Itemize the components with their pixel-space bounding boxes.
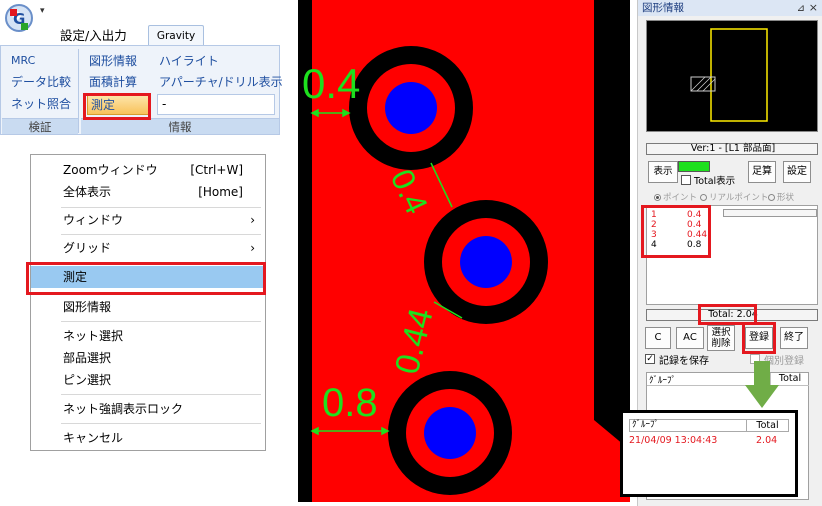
highlight-button[interactable]: ハイライト xyxy=(159,51,219,72)
save-record-checkbox[interactable]: ✓ xyxy=(645,354,655,364)
ribbon-panel: MRC データ比較 ネット照合 図形情報 面積計算 測定 ハイライト アパーチャ… xyxy=(0,45,283,135)
menu-item-label: ネット選択 xyxy=(63,329,124,343)
popup-total-header: Total xyxy=(747,419,789,432)
ribbon-tab-row: 設定/入出力 Gravity xyxy=(0,25,280,46)
zoom-popup: ｸﾞﾙｰﾌﾟ Total 21/04/09 13:04:43 2.04 xyxy=(620,410,798,497)
popup-row-total: 2.04 xyxy=(756,435,778,446)
pin-icon[interactable]: ⊿ xyxy=(797,1,805,17)
menu-item-shape-info[interactable]: 図形情報 xyxy=(31,296,265,318)
menu-item-grid[interactable]: グリッド › xyxy=(31,237,265,259)
total-display-label: Total表示 xyxy=(694,176,736,187)
radio-dot-icon xyxy=(700,194,707,201)
menu-item-label: 図形情報 xyxy=(63,300,112,314)
color-swatch[interactable] xyxy=(678,161,710,172)
measure-button-highlight-box xyxy=(83,93,151,120)
selection-delete-button[interactable]: 選択削除 xyxy=(707,325,735,351)
radio-label: 形状 xyxy=(777,193,795,203)
net-compare-button[interactable]: ネット照合 xyxy=(11,94,71,115)
menu-separator xyxy=(61,234,261,235)
menu-item-pin-select[interactable]: ピン選択 xyxy=(31,369,265,391)
menu-item-shortcut: [Home] xyxy=(198,185,243,199)
menu-item-label: Zoomウィンドウ xyxy=(63,163,158,177)
radio-label: ポイント xyxy=(663,193,698,203)
group-label-verify: 検証 xyxy=(2,118,78,134)
measure-menu-highlight-box xyxy=(26,262,266,295)
mrc-button[interactable]: MRC xyxy=(11,51,35,72)
context-menu: Zoomウィンドウ [Ctrl+W] 全体表示 [Home] ウィンドウ › グ… xyxy=(30,154,266,451)
list-scrollbar[interactable] xyxy=(723,209,817,217)
close-icon[interactable]: × xyxy=(809,0,818,16)
total-display-checkbox[interactable] xyxy=(681,175,691,185)
radio-dot-icon xyxy=(654,194,661,201)
menu-item-label: ネット強調表示ロック xyxy=(63,402,184,416)
info-value-field[interactable]: - xyxy=(157,94,275,115)
group-divider xyxy=(78,49,79,133)
panel-title-text: 図形情報 xyxy=(642,2,684,14)
popup-row-date: 21/04/09 13:04:43 xyxy=(629,435,718,446)
shape-info-button[interactable]: 図形情報 xyxy=(89,51,137,72)
menu-item-label: 部品選択 xyxy=(63,351,112,365)
menu-item-label: 全体表示 xyxy=(63,185,112,199)
via-pad-2 xyxy=(424,200,548,324)
menu-item-label: ピン選択 xyxy=(63,373,112,387)
layer-version-box: Ver:1 - [L1 部品面] xyxy=(646,143,818,155)
zoom-popup-content: ｸﾞﾙｰﾌﾟ Total 21/04/09 13:04:43 2.04 xyxy=(623,413,795,494)
tab-gravity[interactable]: Gravity xyxy=(148,25,204,46)
overview-drawing xyxy=(690,28,768,122)
radio-point[interactable]: ポイント xyxy=(654,191,697,203)
save-record-label: 記録を保存 xyxy=(659,356,709,367)
pcb-drawing: 0.4 0.4 0.44 0.8 xyxy=(302,0,630,502)
menu-separator xyxy=(61,321,261,322)
tab-settings-io[interactable]: 設定/入出力 xyxy=(60,25,127,46)
settings-button[interactable]: 設定 xyxy=(783,161,811,183)
down-arrow-icon xyxy=(745,361,779,408)
menu-item-label: キャンセル xyxy=(63,431,124,445)
quick-access-dropdown-icon[interactable]: ▾ xyxy=(40,6,45,16)
radio-dot-icon xyxy=(768,194,775,201)
aperture-drill-button[interactable]: アパーチャ/ドリル表示 xyxy=(159,72,283,93)
submenu-arrow-icon: › xyxy=(250,213,255,227)
measurement-list-highlight-box xyxy=(641,205,711,258)
menu-item-window[interactable]: ウィンドウ › xyxy=(31,209,265,231)
menu-separator xyxy=(61,423,261,424)
menu-item-zoom-window[interactable]: Zoomウィンドウ [Ctrl+W] xyxy=(31,159,265,181)
radio-label: リアルポイント xyxy=(709,193,769,203)
exit-button[interactable]: 終了 xyxy=(780,327,808,349)
measure-label-1: 0.4 xyxy=(302,60,360,107)
overview-map[interactable] xyxy=(646,20,818,132)
submenu-arrow-icon: › xyxy=(250,241,255,255)
radio-real-point[interactable]: リアルポイント xyxy=(700,191,768,203)
menu-item-label: グリッド xyxy=(63,241,112,255)
menu-separator xyxy=(61,207,261,208)
menu-item-label: ウィンドウ xyxy=(63,213,124,227)
radio-shape[interactable]: 形状 xyxy=(768,191,794,203)
pcb-canvas[interactable]: 0.4 0.4 0.44 0.8 xyxy=(298,0,630,502)
register-highlight-box xyxy=(742,322,776,354)
clear-button[interactable]: C xyxy=(645,327,671,349)
data-compare-button[interactable]: データ比較 xyxy=(11,72,71,93)
menu-item-part-select[interactable]: 部品選択 xyxy=(31,347,265,369)
measure-label-4: 0.8 xyxy=(322,381,378,425)
show-label: 表示 xyxy=(648,161,678,183)
area-calc-button[interactable]: 面積計算 xyxy=(89,72,137,93)
menu-item-shortcut: [Ctrl+W] xyxy=(190,163,243,177)
via-pad-1 xyxy=(349,46,473,170)
panel-title: 図形情報 ⊿ × xyxy=(638,0,822,16)
all-clear-button[interactable]: AC xyxy=(676,327,704,349)
layer-version-text: Ver:1 - [L1 部品面] xyxy=(690,143,776,154)
menu-item-net-highlight-lock[interactable]: ネット強調表示ロック xyxy=(31,398,265,420)
menu-separator xyxy=(61,394,261,395)
menu-item-net-select[interactable]: ネット選択 xyxy=(31,325,265,347)
popup-group-header: ｸﾞﾙｰﾌﾟ xyxy=(629,419,747,432)
add-up-button[interactable]: 足算 xyxy=(748,161,776,183)
menu-item-cancel[interactable]: キャンセル xyxy=(31,427,265,449)
menu-item-fit-all[interactable]: 全体表示 [Home] xyxy=(31,181,265,203)
group-label-info: 情報 xyxy=(81,118,279,134)
via-pad-3 xyxy=(388,371,512,495)
